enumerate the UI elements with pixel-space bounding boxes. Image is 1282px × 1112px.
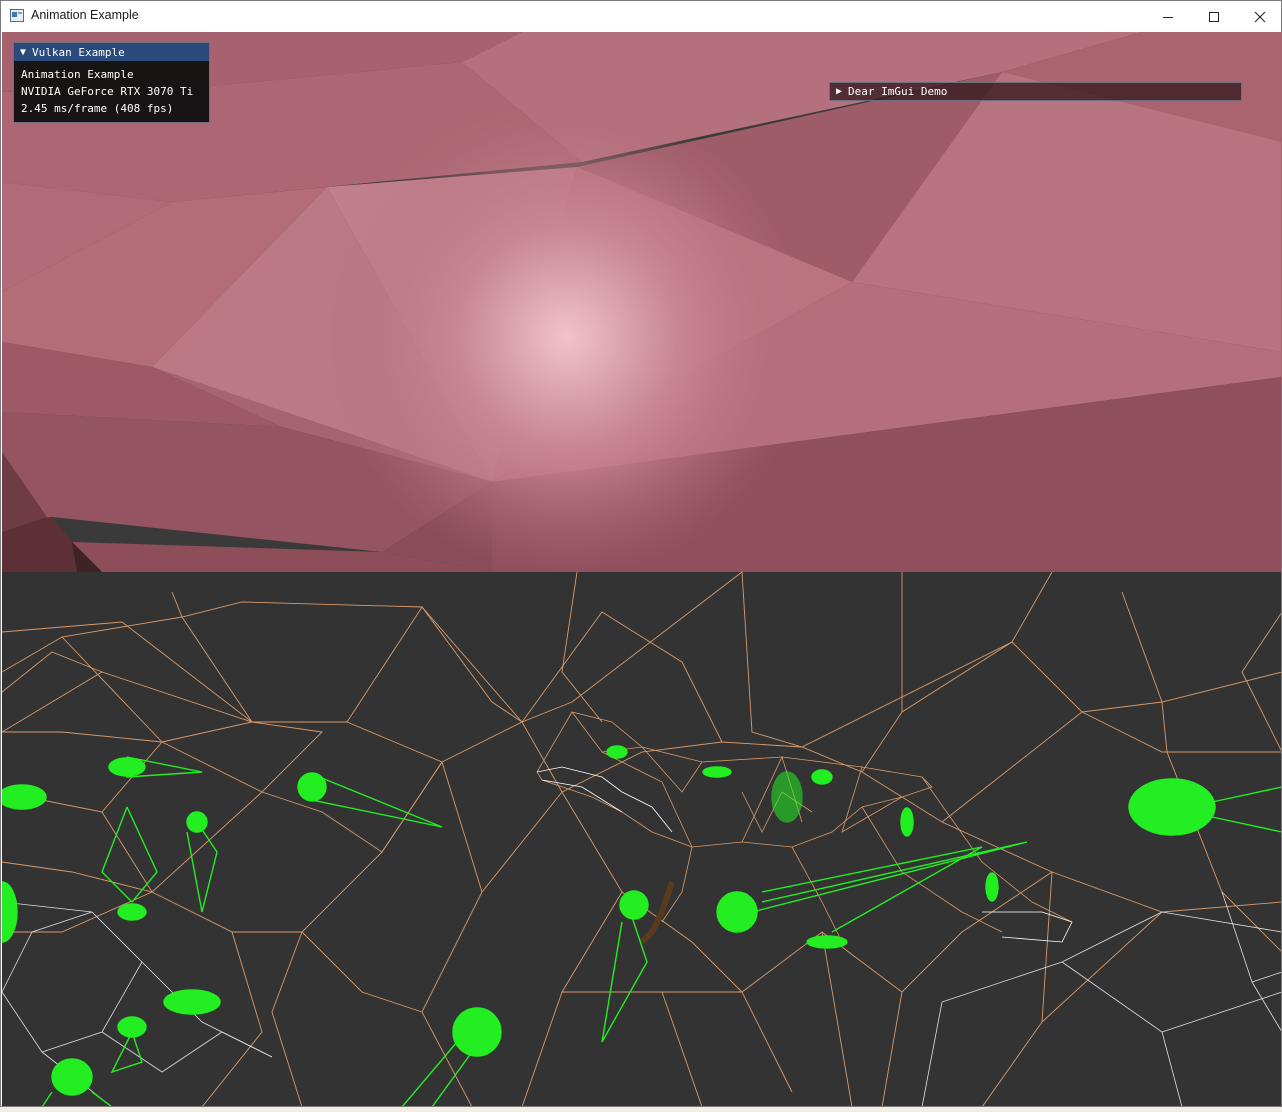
overlay-body: Animation Example NVIDIA GeForce RTX 307… [14,61,209,117]
minimize-icon [1163,16,1173,18]
minimize-button[interactable] [1145,1,1191,32]
maximize-button[interactable] [1191,1,1237,32]
vulkan-example-overlay[interactable]: ▼ Vulkan Example Animation Example NVIDI… [13,42,210,123]
overlay-app-name: Animation Example [21,68,134,81]
overlay-gpu-name: NVIDIA GeForce RTX 3070 Ti [21,85,194,98]
overlay-title-bar[interactable]: ▼ Vulkan Example [14,43,209,61]
maximize-icon [1209,11,1219,22]
overlay-frame-time: 2.45 ms/frame (408 fps) [21,102,174,115]
close-button[interactable] [1237,1,1281,32]
wireframe-view [2,571,1281,1106]
demo-window-title: Dear ImGui Demo [848,85,948,98]
triangle-right-icon[interactable]: ▶ [836,86,842,97]
render-viewport[interactable]: ▼ Vulkan Example Animation Example NVIDI… [2,32,1281,1106]
triangle-down-icon[interactable]: ▼ [20,47,26,58]
app-icon [10,9,24,22]
scene-render [2,32,1281,1106]
title-bar[interactable]: Animation Example [1,1,1281,32]
app-window: Animation Example ▼ Vulkan Example Anima… [0,0,1282,1107]
close-icon [1254,11,1266,22]
overlay-title: Vulkan Example [32,45,125,59]
imgui-demo-window-collapsed[interactable]: ▶ Dear ImGui Demo [829,82,1242,101]
window-title: Animation Example [31,8,139,22]
